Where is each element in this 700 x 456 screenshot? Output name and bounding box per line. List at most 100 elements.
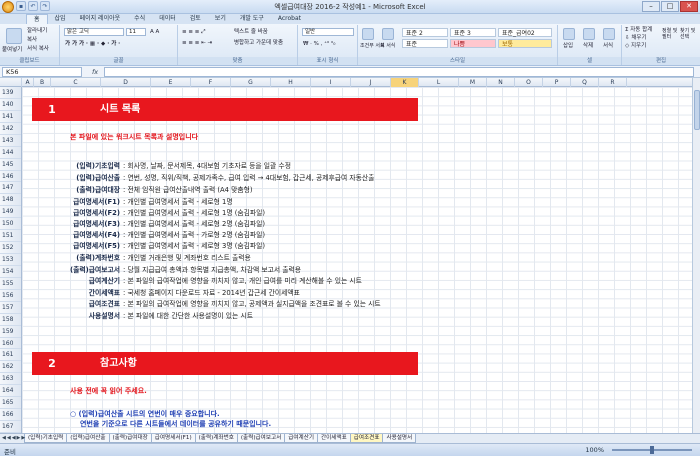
tab-data[interactable]: 데이터 — [152, 14, 183, 24]
vertical-scrollbar[interactable] — [692, 78, 700, 433]
insert-cells-button[interactable]: 삽입 — [563, 42, 573, 50]
scroll-thumb[interactable] — [694, 90, 700, 130]
sheet-tab[interactable]: (출력)급여보고서 — [236, 434, 286, 443]
style-standard3[interactable]: 표준 3 — [450, 28, 496, 37]
zoom-slider[interactable] — [612, 446, 692, 454]
maximize-icon[interactable]: □ — [661, 1, 679, 12]
fx-icon[interactable]: fx — [92, 67, 98, 77]
table-format-icon[interactable] — [382, 28, 394, 40]
number-format-select[interactable]: 일반 — [302, 28, 354, 36]
format-painter-button[interactable]: 서식 복사 — [27, 45, 49, 53]
style-standard-salary02[interactable]: 표준_급여02 — [498, 28, 552, 37]
format-cells-icon[interactable] — [603, 28, 615, 40]
select-all-corner[interactable] — [0, 78, 22, 87]
conditional-format-icon[interactable] — [362, 28, 374, 40]
column-header[interactable]: R — [599, 78, 627, 87]
column-header[interactable]: P — [543, 78, 571, 87]
tab-formulas[interactable]: 수식 — [127, 14, 152, 24]
zoom-level[interactable]: 100% — [585, 446, 604, 454]
delete-cells-icon[interactable] — [583, 28, 595, 40]
column-header[interactable]: E — [151, 78, 191, 87]
row-header[interactable]: 159 — [0, 326, 21, 338]
tab-view[interactable]: 보기 — [208, 14, 233, 24]
paste-icon[interactable] — [6, 28, 22, 44]
wrap-text-button[interactable]: 텍스트 줄 바꿈 — [234, 28, 268, 36]
column-header[interactable]: B — [34, 78, 51, 87]
column-header[interactable]: C — [51, 78, 101, 87]
column-header[interactable]: L — [419, 78, 459, 87]
row-header[interactable]: 140 — [0, 99, 21, 111]
row-header[interactable]: 161 — [0, 349, 21, 362]
font-name-select[interactable]: 맑은 고딕 — [64, 28, 124, 36]
sheet-tab[interactable]: 급여명세서(F1) — [150, 434, 196, 443]
column-header[interactable]: I — [311, 78, 351, 87]
name-box[interactable]: K56 — [2, 67, 82, 77]
column-header[interactable]: K — [391, 78, 419, 87]
sheet-tab[interactable]: (입력)급여산출 — [66, 434, 110, 443]
tab-page-layout[interactable]: 페이지 레이아웃 — [73, 14, 128, 24]
column-header[interactable]: G — [231, 78, 271, 87]
sheet-tab[interactable]: (입력)기초입력 — [24, 434, 68, 443]
tab-insert[interactable]: 삽입 — [48, 14, 73, 24]
row-header[interactable]: 139 — [0, 87, 21, 99]
formula-input[interactable] — [104, 67, 694, 77]
clear-button[interactable]: ◇ 지우기 — [625, 42, 646, 50]
autosum-button[interactable]: Σ 자동 합계 — [625, 26, 652, 34]
sheet-nav-arrows-icon[interactable]: ◀◀◀▶▶ — [2, 435, 26, 441]
insert-cells-icon[interactable] — [563, 28, 575, 40]
align-top-icon[interactable]: ≡ ≡ ≡ ⤢ — [182, 28, 205, 36]
column-header[interactable]: D — [101, 78, 151, 87]
find-select-button[interactable]: 찾기 및 선택 — [680, 28, 698, 40]
currency-icon[interactable]: ₩ · % , ⁺⁰ ⁰₀ — [303, 40, 335, 48]
grow-font-icon[interactable]: A A — [150, 28, 159, 36]
paste-button[interactable]: 붙여넣기 — [2, 46, 22, 54]
sheet-tab[interactable]: 간이세액표 — [317, 434, 351, 443]
close-icon[interactable]: ✕ — [680, 1, 698, 12]
row-header[interactable]: 163 — [0, 373, 21, 386]
delete-cells-button[interactable]: 삭제 — [583, 42, 593, 50]
sheet-tab[interactable]: (출력)급여대장 — [108, 434, 152, 443]
row-header[interactable]: 143 — [0, 135, 21, 147]
table-format-button[interactable]: 표 서식 — [380, 42, 395, 50]
fill-button[interactable]: ⇩ 채우기 — [625, 34, 647, 42]
sheet-tab[interactable]: 급여계산기 — [284, 434, 318, 443]
row-header[interactable]: 165 — [0, 397, 21, 410]
column-header[interactable]: F — [191, 78, 231, 87]
row-header[interactable]: 167 — [0, 421, 21, 433]
merge-center-button[interactable]: 병합하고 가운데 맞춤 — [234, 39, 283, 47]
sort-filter-button[interactable]: 정렬 및 필터 — [662, 28, 680, 40]
column-header[interactable]: J — [351, 78, 391, 87]
sheet-tab[interactable]: 사용설명서 — [382, 434, 417, 443]
copy-button[interactable]: 복사 — [27, 36, 37, 44]
column-header[interactable]: O — [515, 78, 543, 87]
cut-button[interactable]: 잘라내기 — [27, 27, 47, 35]
column-header[interactable]: Q — [571, 78, 599, 87]
font-size-select[interactable]: 11 — [126, 28, 146, 36]
row-header[interactable]: 144 — [0, 147, 21, 159]
row-header[interactable]: 162 — [0, 361, 21, 374]
style-normal[interactable]: 표준 — [402, 39, 448, 48]
zoom-slider-thumb[interactable] — [650, 446, 654, 454]
tab-review[interactable]: 검토 — [183, 14, 208, 24]
column-header[interactable]: M — [459, 78, 487, 87]
tab-home[interactable]: 홈 — [26, 14, 48, 24]
style-neutral[interactable]: 보통 — [498, 39, 552, 48]
row-header[interactable]: 166 — [0, 409, 21, 422]
row-header[interactable]: 160 — [0, 338, 21, 350]
align-left-icon[interactable]: ≡ ≡ ≡ ⇤ ⇥ — [182, 39, 212, 47]
row-header[interactable]: 142 — [0, 123, 21, 135]
format-cells-button[interactable]: 서식 — [603, 42, 613, 50]
sheet-tab[interactable]: 급여조견표 — [349, 434, 384, 443]
row-header[interactable]: 164 — [0, 385, 21, 398]
column-header[interactable]: A — [22, 78, 34, 87]
style-bad[interactable]: 나쁨 — [450, 39, 496, 48]
row-header[interactable]: 141 — [0, 111, 21, 123]
bold-icon[interactable]: 가 가 가 · ▦ · ◆ · 가 · — [65, 40, 120, 48]
column-header[interactable]: H — [271, 78, 311, 87]
tab-developer[interactable]: 개발 도구 — [233, 14, 271, 24]
column-header[interactable]: N — [487, 78, 515, 87]
minimize-icon[interactable]: – — [642, 1, 660, 12]
tab-acrobat[interactable]: Acrobat — [271, 14, 308, 24]
style-standard2[interactable]: 표준 2 — [402, 28, 448, 37]
sheet-tab[interactable]: (출력)계좌번호 — [194, 434, 238, 443]
